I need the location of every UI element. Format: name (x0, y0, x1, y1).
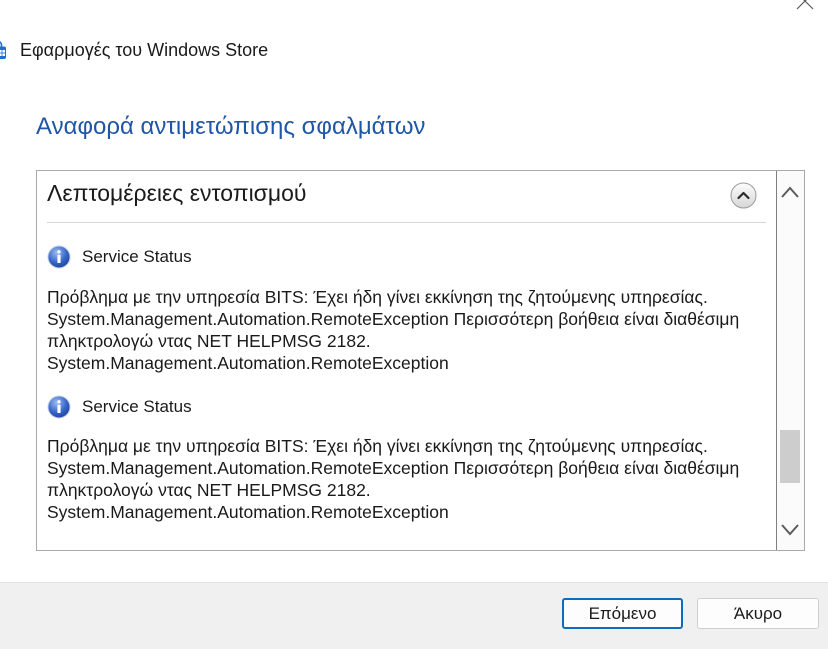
cancel-button[interactable]: Άκυρο (697, 598, 819, 629)
message-line: πληκτρολογώ ντας NET HELPMSG 2182. (47, 331, 371, 351)
window-title: Εφαρμογές του Windows Store (20, 40, 269, 60)
message-line: System.Management.Automation.RemoteExcep… (47, 502, 449, 522)
chevron-up-circle-icon (730, 182, 757, 209)
scroll-up-button[interactable] (780, 185, 800, 199)
vertical-scrollbar[interactable] (777, 171, 804, 550)
message-line: System.Management.Automation.RemoteExcep… (47, 458, 740, 478)
message-line: πληκτρολογώ ντας NET HELPMSG 2182. (47, 480, 371, 500)
status-message: Πρόβλημα με την υπηρεσία BITS: Έχει ήδη … (47, 435, 772, 523)
status-message: Πρόβλημα με την υπηρεσία BITS: Έχει ήδη … (47, 286, 772, 374)
message-line: System.Management.Automation.RemoteExcep… (47, 309, 740, 329)
close-icon (796, 0, 814, 10)
info-icon (47, 395, 71, 419)
close-button[interactable] (794, 0, 816, 12)
page-title: Αναφορά αντιμετώπισης σφαλμάτων (36, 113, 426, 140)
section-divider (47, 222, 766, 223)
windows-store-icon (0, 40, 8, 60)
message-line: Πρόβλημα με την υπηρεσία BITS: Έχει ήδη … (47, 436, 708, 456)
details-scroll-content: Λεπτομέρειες εντοπισμού Service Status Π… (37, 171, 777, 550)
status-item-title: Service Status (82, 397, 192, 416)
chevron-down-icon (781, 524, 799, 536)
dialog-footer: Επόμενο Άκυρο (0, 582, 828, 649)
scroll-down-button[interactable] (780, 523, 800, 537)
next-button[interactable]: Επόμενο (562, 598, 683, 629)
status-item-title: Service Status (82, 247, 192, 266)
message-line: Πρόβλημα με την υπηρεσία BITS: Έχει ήδη … (47, 287, 708, 307)
collapse-section-button[interactable] (730, 182, 757, 209)
scrollbar-thumb[interactable] (780, 430, 800, 483)
message-line: System.Management.Automation.RemoteExcep… (47, 353, 449, 373)
section-title: Λεπτομέρειες εντοπισμού (47, 180, 307, 206)
info-icon (47, 245, 71, 269)
chevron-up-icon (781, 186, 799, 198)
detection-details-panel: Λεπτομέρειες εντοπισμού Service Status Π… (36, 170, 805, 551)
